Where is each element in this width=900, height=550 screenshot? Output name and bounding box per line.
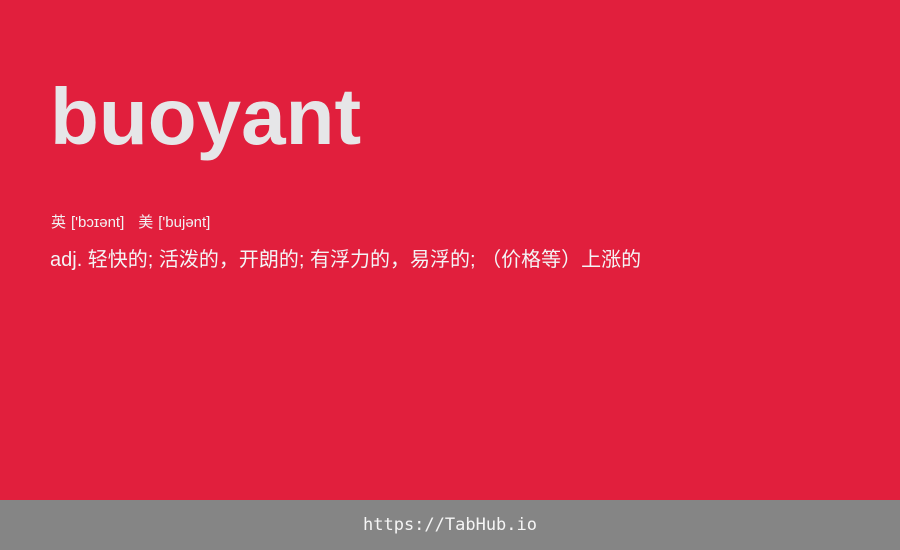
uk-label: 英 bbox=[51, 214, 67, 231]
phonetics: 英 ['bɔɪənt] 美 ['bujənt] bbox=[51, 213, 210, 233]
us-phonetic: ['bujənt] bbox=[158, 214, 211, 231]
tabhub-link[interactable]: https://TabHub.io bbox=[363, 515, 537, 535]
footer-bar: https://TabHub.io bbox=[0, 500, 900, 550]
us-label: 美 bbox=[138, 214, 154, 231]
definition: adj. 轻快的; 活泼的，开朗的; 有浮力的，易浮的; （价格等）上涨的 bbox=[50, 249, 642, 271]
uk-phonetic: ['bɔɪənt] bbox=[71, 214, 125, 231]
word-card: buoyant 英 ['bɔɪənt] 美 ['bujənt] adj. 轻快的; 活… bbox=[0, 0, 900, 500]
word-title: buoyant bbox=[50, 72, 362, 161]
